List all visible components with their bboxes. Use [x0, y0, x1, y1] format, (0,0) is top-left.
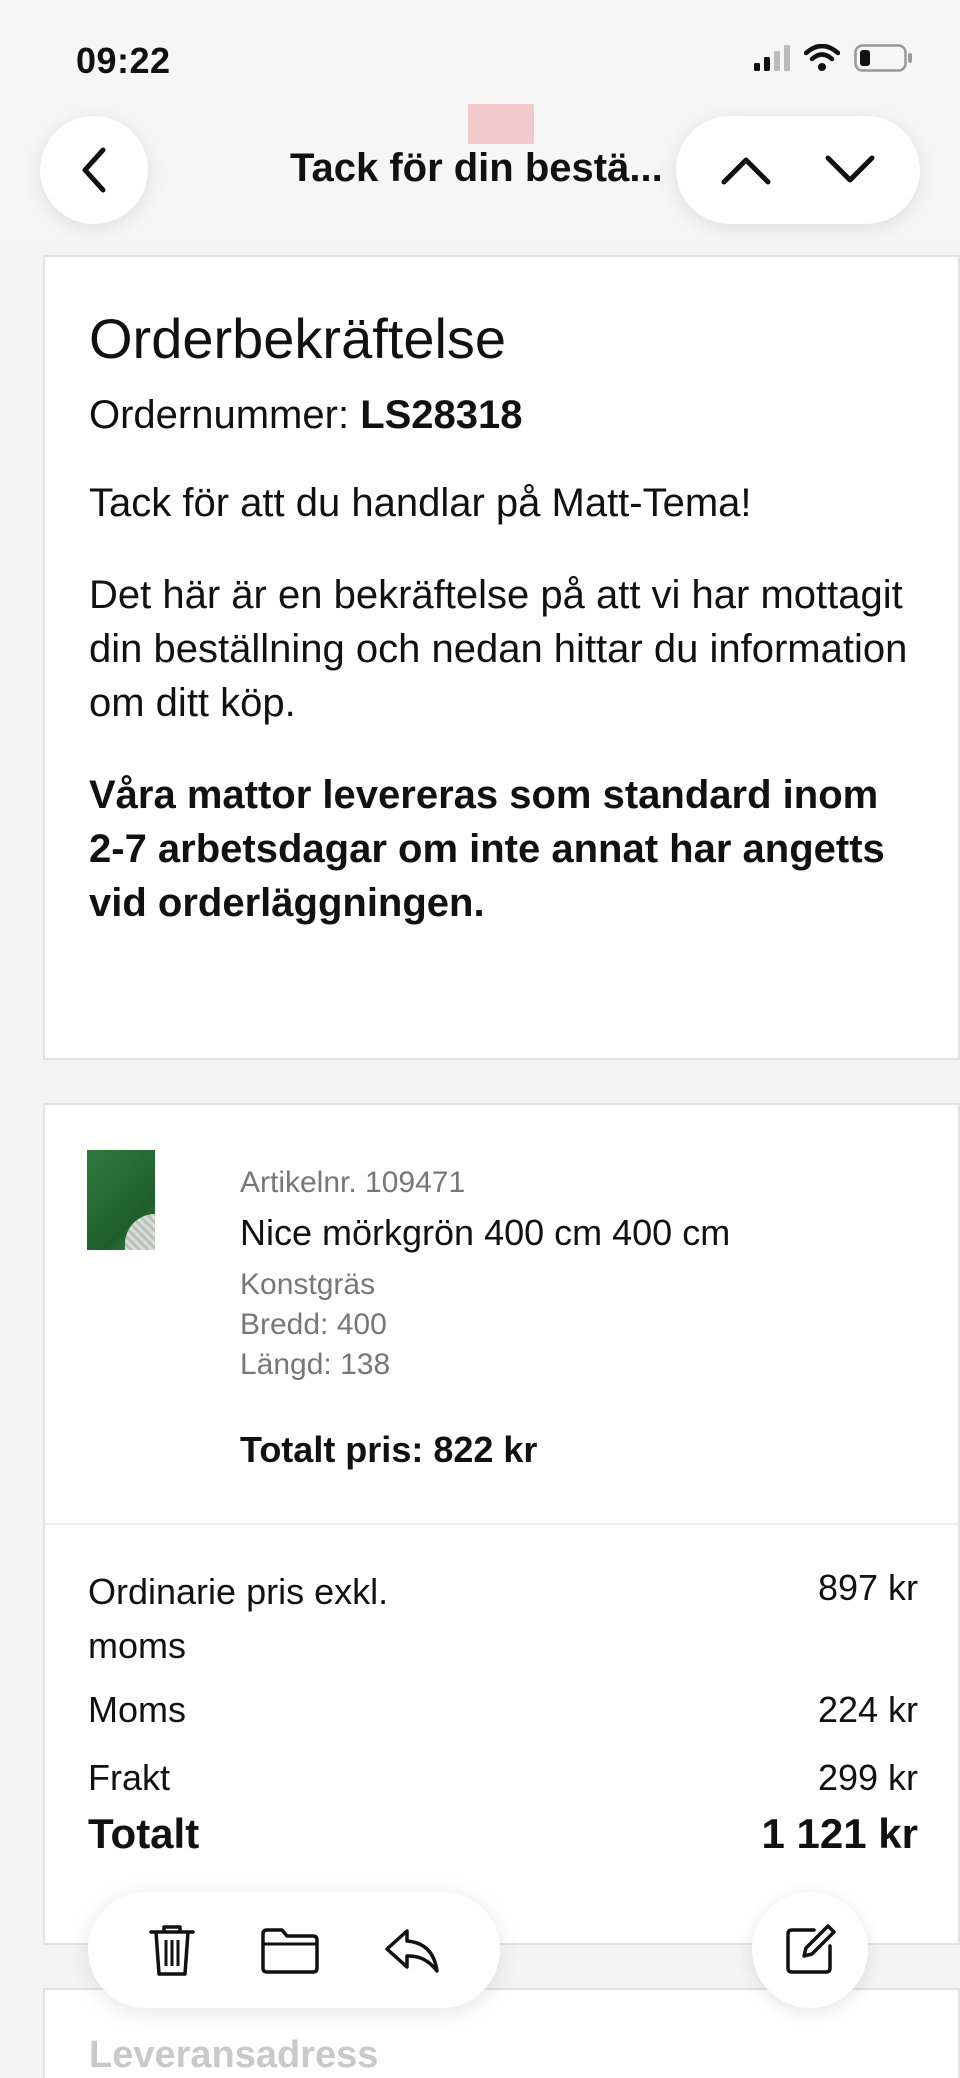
order-number: LS28318 [360, 393, 523, 438]
price-summary: Ordinarie pris exkl. moms 897 kr Moms 22… [88, 1565, 918, 1861]
order-number-label: Ordernummer: [89, 393, 350, 438]
product-total-price: Totalt pris: 822 kr [240, 1429, 538, 1470]
folder-icon [260, 1926, 320, 1974]
reply-icon [383, 1925, 441, 1975]
order-confirmation-card: Orderbekräftelse Ordernummer: LS28318 Ta… [43, 255, 960, 1060]
product-width: Bredd: 400 [240, 1308, 387, 1341]
vat-value: 224 kr [817, 1689, 918, 1730]
product-image[interactable] [87, 1150, 155, 1250]
shipping-label: Frakt [88, 1757, 171, 1798]
signal-icon [754, 45, 790, 71]
ordinary-price-value: 897 kr [817, 1567, 918, 1608]
compose-icon [782, 1922, 838, 1978]
delivery-note: Våra mattor levereras som standard inom … [89, 773, 885, 926]
bottom-toolbar [88, 1892, 500, 2008]
order-number-line: Ordernummer: LS28318 [89, 393, 914, 438]
page-title: Orderbekräftelse [89, 307, 507, 370]
info-text: Det här är en bekräftelse på att vi har … [89, 573, 908, 726]
article-number: Artikelnr. 109471 [240, 1166, 466, 1199]
product-type: Konstgräs [240, 1268, 376, 1301]
total-label: Totalt [88, 1810, 200, 1857]
back-button[interactable] [40, 116, 148, 224]
brand-logo [468, 104, 534, 144]
previous-message-button[interactable] [720, 154, 772, 186]
chevron-up-icon [720, 154, 772, 186]
message-title: Tack för din bestä... [290, 146, 663, 190]
divider [45, 1523, 958, 1525]
product-info: Artikelnr. 109471 Nice mörkgrön 400 cm 4… [240, 1163, 940, 1471]
summary-row-ordinary: Ordinarie pris exkl. moms 897 kr [88, 1565, 918, 1673]
next-message-button[interactable] [824, 154, 876, 186]
thanks-text: Tack för att du handlar på Matt-Tema! [89, 481, 752, 526]
summary-row-vat: Moms 224 kr [88, 1683, 918, 1737]
product-name: Nice mörkgrön 400 cm 400 cm [240, 1212, 731, 1253]
message-navigation [676, 116, 920, 224]
vat-label: Moms [88, 1689, 186, 1730]
shipping-value: 299 kr [817, 1757, 918, 1798]
chevron-left-icon [79, 146, 109, 194]
product-length: Längd: 138 [240, 1348, 391, 1381]
summary-row-shipping: Frakt 299 kr [88, 1751, 918, 1805]
chevron-down-icon [824, 154, 876, 186]
compose-button[interactable] [752, 1892, 868, 2008]
trash-icon [147, 1922, 197, 1978]
status-icons [754, 44, 914, 72]
status-time: 09:22 [76, 40, 171, 81]
wifi-icon [804, 44, 840, 72]
summary-row-total: Totalt 1 121 kr [88, 1807, 918, 1861]
ordinary-price-label: Ordinarie pris exkl. moms [88, 1571, 389, 1666]
battery-icon [854, 44, 914, 72]
delivery-address-title: Leveransadress [89, 2034, 379, 2076]
status-bar: 09:22 [0, 0, 960, 110]
move-to-folder-button[interactable] [260, 1926, 320, 1974]
order-items-card: Artikelnr. 109471 Nice mörkgrön 400 cm 4… [43, 1103, 960, 1945]
reply-button[interactable] [383, 1925, 441, 1975]
total-value: 1 121 kr [761, 1810, 918, 1857]
delete-button[interactable] [147, 1922, 197, 1978]
